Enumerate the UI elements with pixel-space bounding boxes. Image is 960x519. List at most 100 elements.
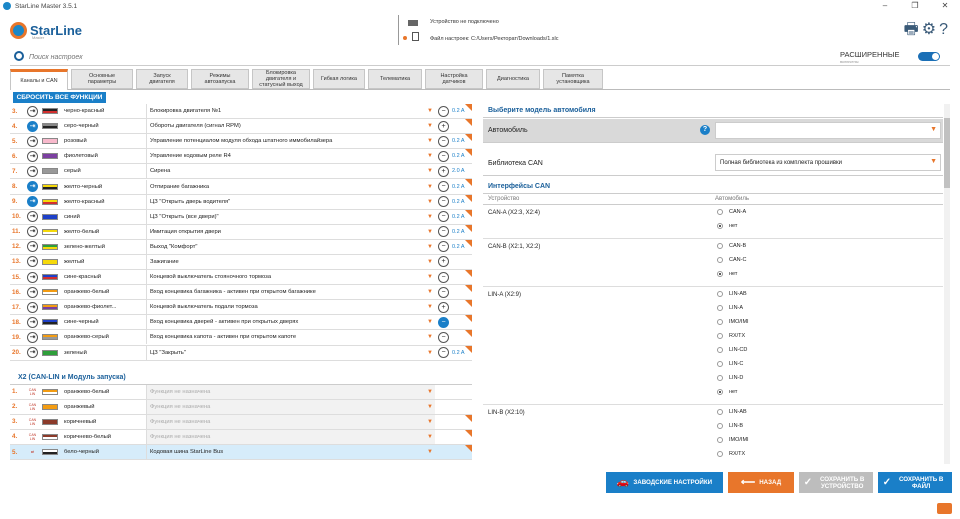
function-select[interactable]: Концевой выключатель стояночного тормоза…	[146, 270, 435, 285]
tab-8[interactable]: Настройка датчиков	[425, 69, 483, 89]
settings-corner-icon[interactable]	[465, 239, 472, 247]
x1-row[interactable]: 12. ⇥ зелено-желтый Выход "Комфорт" ▼ −0.2 A	[10, 239, 472, 255]
radio-button[interactable]	[717, 361, 723, 367]
x2-row[interactable]: 3. CAN LIN коричневый Функция не назначена ▼	[10, 414, 472, 430]
radio-button[interactable]	[717, 243, 723, 249]
tab-10[interactable]: Памятка установщика	[543, 69, 603, 89]
interface-option[interactable]: IMO/IMI	[717, 319, 749, 325]
function-select[interactable]: Блокировка двигателя №1 ▼	[146, 104, 435, 119]
settings-corner-icon[interactable]	[465, 315, 472, 323]
function-select[interactable]: Функция не назначена ▼	[146, 414, 435, 429]
printer-icon[interactable]: 🖶	[904, 21, 919, 39]
reset-all-button[interactable]: СБРОСИТЬ ВСЕ ФУНКЦИИ	[13, 92, 106, 103]
minimize-icon[interactable]: –	[870, 0, 900, 12]
can-library-select[interactable]: Полная библиотека из комплекта прошивки ▼	[715, 154, 941, 171]
polarity-icon[interactable]: −	[438, 241, 449, 253]
function-select[interactable]: Функция не назначена ▼	[146, 429, 435, 444]
interface-option[interactable]: нет	[717, 389, 737, 395]
chat-icon[interactable]	[937, 503, 952, 514]
polarity-icon[interactable]: −	[438, 331, 449, 343]
radio-button[interactable]	[717, 347, 723, 353]
settings-corner-icon[interactable]	[465, 134, 472, 142]
function-select[interactable]: Функция не назначена ▼	[146, 399, 435, 414]
function-select[interactable]: Кодовая шина StarLine Bus ▼	[146, 445, 435, 460]
function-select[interactable]: Зажигание ▼	[146, 254, 435, 269]
gear-icon[interactable]: ⚙	[922, 21, 936, 39]
tab-9[interactable]: Диагностика	[486, 69, 540, 89]
direction-icon[interactable]: ⇥	[27, 256, 38, 268]
factory-settings-button[interactable]: 🚗 ЗАВОДСКИЕ НАСТРОЙКИ	[606, 472, 723, 493]
direction-icon[interactable]: ⇥	[27, 316, 38, 328]
polarity-icon[interactable]: −	[438, 105, 449, 117]
polarity-icon[interactable]: −	[438, 211, 449, 223]
function-select[interactable]: Отпирание багажника ▼	[146, 179, 435, 194]
polarity-icon[interactable]: +	[438, 165, 449, 177]
settings-corner-icon[interactable]	[465, 330, 472, 338]
function-select[interactable]: Управление кодовым реле R4 ▼	[146, 149, 435, 164]
car-select[interactable]: ▼	[715, 122, 941, 139]
tab-5[interactable]: Блокировка двигателя и статусный выход	[252, 69, 310, 89]
direction-icon[interactable]: ⇥	[27, 150, 38, 162]
function-select[interactable]: Сирена ▼	[146, 164, 435, 179]
interface-option[interactable]: LIN-A	[717, 305, 743, 311]
settings-corner-icon[interactable]	[465, 119, 472, 127]
function-select[interactable]: Вход концевика багажника - активен при о…	[146, 285, 435, 300]
settings-corner-icon[interactable]	[465, 104, 472, 111]
polarity-icon[interactable]: −	[438, 150, 449, 162]
x1-row[interactable]: 15. ⇥ сине-красный Концевой выключатель сто…	[10, 270, 472, 286]
polarity-icon[interactable]: +	[438, 120, 449, 132]
interface-option[interactable]: LIN-D	[717, 375, 743, 381]
radio-button[interactable]	[717, 271, 723, 277]
polarity-icon[interactable]: +	[438, 301, 449, 313]
radio-button[interactable]	[717, 223, 723, 229]
radio-button[interactable]	[717, 389, 723, 395]
direction-icon[interactable]: ⇥	[27, 286, 38, 298]
x1-row[interactable]: 4. ⇥ серо-черный Обороты двигателя (сигнал …	[10, 119, 472, 135]
x1-row[interactable]: 19. ⇥ оранжево-серый Вход концевика капота …	[10, 330, 472, 346]
radio-button[interactable]	[717, 375, 723, 381]
direction-icon[interactable]: ⇥	[27, 165, 38, 177]
interface-option[interactable]: нет	[717, 223, 737, 229]
settings-corner-icon[interactable]	[465, 300, 472, 308]
radio-button[interactable]	[717, 423, 723, 429]
polarity-icon[interactable]: +	[438, 256, 449, 268]
interface-option[interactable]: LIN-B	[717, 423, 743, 429]
x1-row[interactable]: 9. ⇥ желто-красный ЦЗ "Открыть дверь водите…	[10, 194, 472, 210]
tab-4[interactable]: Режимы автозапуска	[191, 69, 249, 89]
save-to-device-button[interactable]: ✓ СОХРАНИТЬ В УСТРОЙСТВО	[799, 472, 873, 493]
settings-corner-icon[interactable]	[465, 429, 472, 437]
polarity-icon[interactable]: −	[438, 347, 449, 359]
tab-7[interactable]: Телематика	[368, 69, 422, 89]
settings-corner-icon[interactable]	[465, 270, 472, 278]
direction-icon[interactable]: ⇥	[27, 347, 38, 359]
radio-button[interactable]	[717, 333, 723, 339]
x1-row[interactable]: 7. ⇥ серый Сирена ▼ +2.0 A	[10, 164, 472, 180]
direction-icon[interactable]: ⇥	[27, 331, 38, 343]
radio-button[interactable]	[717, 209, 723, 215]
radio-button[interactable]	[717, 319, 723, 325]
interface-option[interactable]: IMO/IMI	[717, 437, 749, 443]
settings-corner-icon[interactable]	[465, 194, 472, 202]
polarity-icon[interactable]: −	[438, 286, 449, 298]
interface-option[interactable]: нет	[717, 271, 737, 277]
radio-button[interactable]	[717, 451, 723, 457]
function-select[interactable]: Управление потенциалом модуля обхода шта…	[146, 134, 435, 149]
function-select[interactable]: Имитация открытия двери ▼	[146, 224, 435, 239]
interface-option[interactable]: RX/TX	[717, 451, 745, 457]
settings-corner-icon[interactable]	[465, 444, 472, 452]
direction-icon[interactable]: ⇥	[27, 241, 38, 253]
x1-row[interactable]: 3. ⇥ черно-красный Блокировка двигателя №1 ▼…	[10, 104, 472, 120]
interface-option[interactable]: CAN-B	[717, 243, 746, 249]
x1-row[interactable]: 11. ⇥ желто-белый Имитация открытия двери ▼ −…	[10, 224, 472, 240]
tab-6[interactable]: Гибкая логика	[313, 69, 365, 89]
tab-3[interactable]: Запуск двигателя	[136, 69, 188, 89]
radio-button[interactable]	[717, 409, 723, 415]
x1-row[interactable]: 10. ⇥ синий ЦЗ "Открыть (все двери)" ▼ −0.2 A	[10, 209, 472, 225]
radio-button[interactable]	[717, 257, 723, 263]
settings-corner-icon[interactable]	[465, 179, 472, 187]
function-select[interactable]: Выход "Комфорт" ▼	[146, 239, 435, 254]
function-select[interactable]: Вход концевика капота - активен при откр…	[146, 330, 435, 345]
close-icon[interactable]: ✕	[930, 0, 960, 12]
x1-row[interactable]: 5. ⇥ розовый Управление потенциалом модуля …	[10, 134, 472, 150]
interface-option[interactable]: RX/TX	[717, 333, 745, 339]
